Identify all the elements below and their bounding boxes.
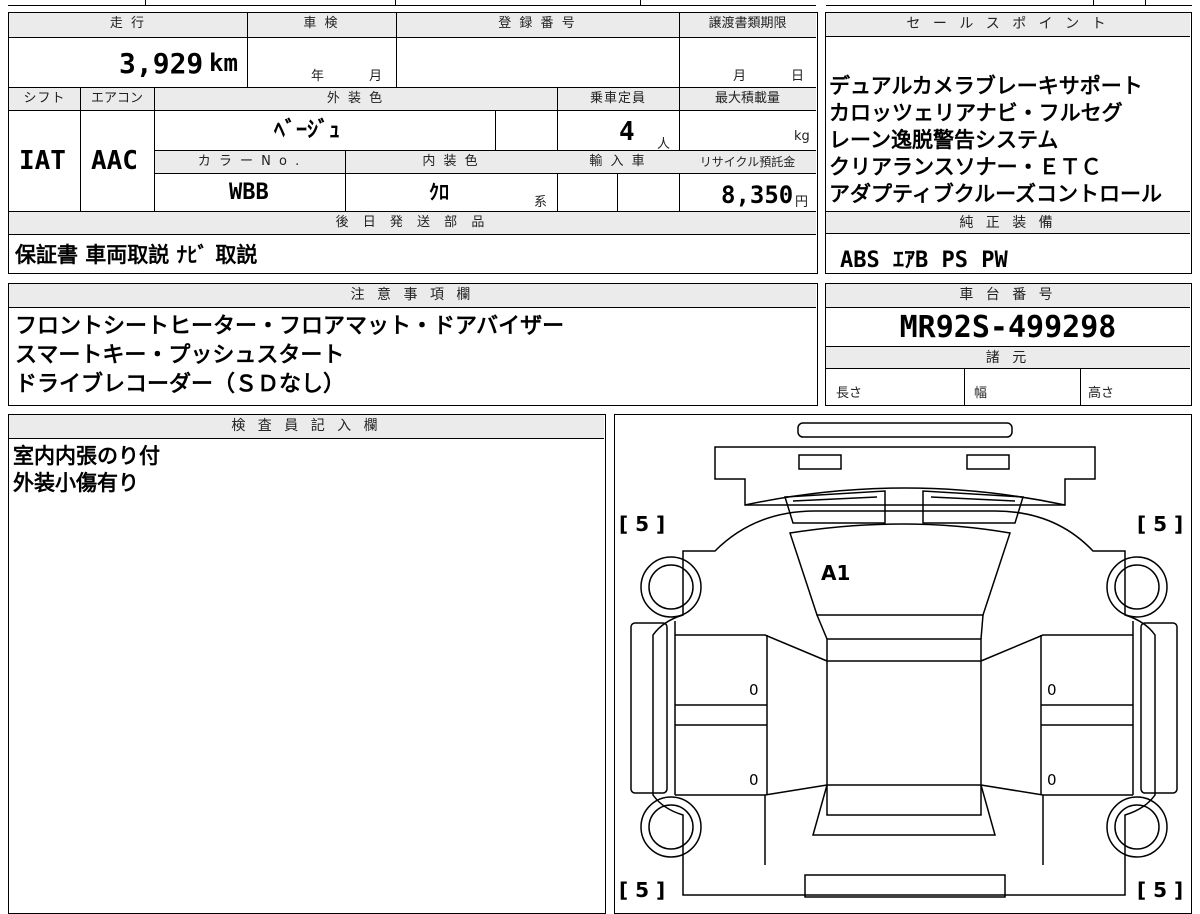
max-load-header: 最大積載量	[714, 91, 780, 106]
note-line-1: フロントシートヒーター・フロアマット・ドアバイザー	[15, 314, 565, 339]
capacity-value: 4	[619, 117, 635, 147]
door-left-rear: 0	[749, 771, 759, 789]
notes-panel: 注 意 事 項 欄 フロントシートヒーター・フロアマット・ドアバイザー スマート…	[8, 283, 818, 406]
interior-color-suffix: 系	[534, 195, 548, 210]
interior-color-header: 内 装 色	[422, 154, 480, 169]
inspector-header: 検 査 員 記 入 欄	[9, 415, 604, 439]
inspection-year: 年	[311, 69, 325, 84]
spec-width: 幅	[974, 386, 988, 401]
sales-points-header: セ ー ル ス ポ イ ン ト	[826, 13, 1190, 37]
sales-point-2: カロッツェリアナビ・フルセグ	[829, 101, 1123, 125]
max-load-unit: kg	[794, 129, 810, 144]
top-strip	[0, 0, 1200, 6]
car-diagram-panel: [ 5 ] [ 5 ] [ 5 ] [ 5 ] A1 0 0 0 0	[614, 414, 1192, 914]
mileage-unit: km	[209, 49, 238, 77]
sales-points-list: デュアルカメラブレーキサポート カロッツェリアナビ・フルセグ レーン逸脱警告シス…	[829, 73, 1162, 208]
sales-point-1: デュアルカメラブレーキサポート	[829, 74, 1143, 98]
tire-top-left: [ 5 ]	[619, 512, 665, 536]
later-parts-header: 後 日 発 送 部 品	[335, 215, 490, 230]
mileage-value: 3,929	[119, 47, 204, 80]
door-right-rear: 0	[1047, 771, 1057, 789]
interior-color-value: ｸﾛ	[429, 180, 449, 204]
exterior-color-value: ﾍﾞｰｼﾞｭ	[274, 118, 341, 143]
door-left-front: 0	[749, 681, 759, 699]
sales-point-5: アダプティブクルーズコントロール	[829, 182, 1163, 206]
chassis-panel: 車 台 番 号 MR92S-499298 諸 元 長さ 幅 高さ	[825, 283, 1192, 406]
ac-header: エアコン	[90, 91, 143, 106]
capacity-header: 乗車定員	[589, 91, 646, 106]
equipment-value: ABS ｴｱB PS PW	[840, 248, 1008, 273]
sales-points-panel: セ ー ル ス ポ イ ン ト デュアルカメラブレーキサポート カロッツェリアナ…	[825, 12, 1192, 274]
color-no-header: カ ラ ー N o .	[197, 154, 302, 169]
notes-header: 注 意 事 項 欄	[9, 284, 816, 308]
tire-bottom-left: [ 5 ]	[619, 878, 665, 902]
tire-top-right: [ 5 ]	[1137, 512, 1183, 536]
registration-header: 登 録 番 号	[498, 16, 577, 31]
ac-value: AAC	[91, 146, 138, 176]
vehicle-info-table: 走 行 車 検 登 録 番 号 譲渡書類期限 3,929 km 年 月 月 日 …	[8, 12, 818, 274]
recycle-unit: 円	[795, 195, 809, 210]
specs-header: 諸 元	[826, 347, 1190, 369]
equipment-header: 純 正 装 備	[826, 212, 1190, 234]
chassis-header: 車 台 番 号	[826, 284, 1190, 308]
spec-length: 長さ	[836, 386, 863, 401]
spec-height: 高さ	[1088, 386, 1115, 401]
inspection-header: 車 検	[303, 16, 340, 31]
chassis-number: MR92S-499298	[899, 310, 1117, 345]
car-diagram: [ 5 ] [ 5 ] [ 5 ] [ 5 ] A1 0 0 0 0	[619, 422, 1183, 902]
shift-header: シフト	[23, 91, 66, 106]
later-parts-value: 保証書 車両取説 ﾅﾋﾞ 取説	[15, 243, 258, 267]
note-line-3: ドライブレコーダー（ＳＤなし）	[15, 372, 346, 397]
deadline-day: 日	[791, 69, 805, 84]
deadline-month: 月	[733, 69, 747, 84]
sales-point-4: クリアランスソナー・ＥＴＣ	[829, 155, 1102, 179]
mileage-header: 走 行	[109, 16, 147, 31]
door-right-front: 0	[1047, 681, 1057, 699]
recycle-header: リサイクル預託金	[699, 155, 796, 169]
damage-mark-a1: A1	[821, 561, 850, 585]
transfer-deadline-header: 譲渡書類期限	[708, 16, 787, 31]
exterior-color-header: 外 装 色	[326, 91, 385, 106]
inspector-panel: 検 査 員 記 入 欄 室内内張のり付 外装小傷有り	[8, 414, 606, 914]
recycle-value: 8,350	[721, 181, 794, 209]
tire-bottom-right: [ 5 ]	[1137, 878, 1183, 902]
inspection-month: 月	[369, 69, 383, 84]
note-line-2: スマートキー・プッシュスタート	[15, 343, 345, 368]
inspector-line-2: 外装小傷有り	[13, 471, 139, 495]
sales-point-3: レーン逸脱警告システム	[829, 128, 1059, 152]
inspector-line-1: 室内内張のり付	[13, 444, 160, 468]
import-header: 輸 入 車	[589, 154, 647, 169]
color-no-value: WBB	[229, 180, 269, 205]
shift-value: IAT	[19, 146, 66, 176]
